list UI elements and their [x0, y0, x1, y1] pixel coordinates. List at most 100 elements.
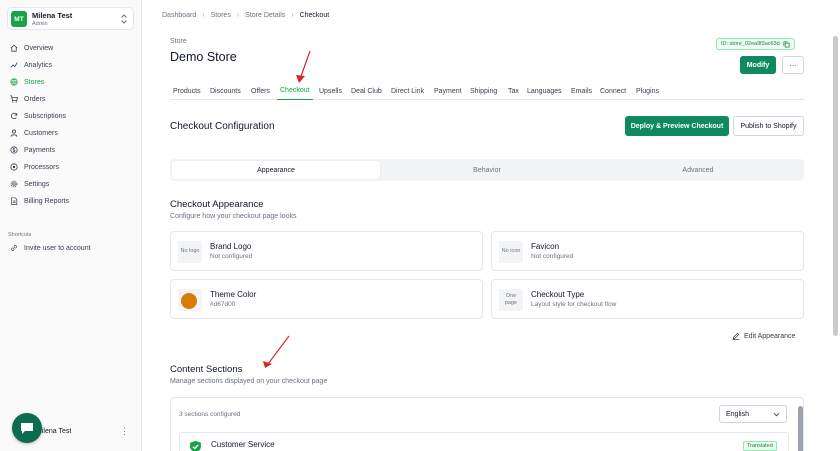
- gear-icon: [10, 180, 18, 188]
- chevron-updown-icon: [121, 14, 127, 24]
- breadcrumb-dashboard[interactable]: Dashboard: [162, 12, 196, 19]
- breadcrumb-separator: ›: [291, 12, 294, 19]
- section-title: Checkout Configuration: [170, 121, 275, 132]
- appearance-description: Configure how your checkout page looks: [170, 213, 297, 220]
- dollar-icon: [10, 146, 18, 154]
- content-sections-heading: Content Sections: [170, 364, 243, 375]
- sidebar-item-label: Billing Reports: [24, 197, 70, 205]
- sidebar-item-orders[interactable]: Orders: [10, 92, 45, 106]
- sidebar-item-analytics[interactable]: Analytics: [10, 58, 52, 72]
- checkout-type-preview: One page: [499, 289, 523, 311]
- card-subtitle: Layout style for checkout flow: [531, 301, 617, 308]
- chat-widget-button[interactable]: [12, 413, 42, 443]
- favicon-card[interactable]: No icon Favicon Not configured: [491, 231, 804, 271]
- breadcrumb-separator: ›: [202, 12, 205, 19]
- language-value: English: [726, 410, 749, 418]
- content-sections-panel: 3 sections configured English Customer S…: [170, 397, 804, 451]
- appearance-heading: Checkout Appearance: [170, 199, 264, 210]
- sidebar-item-label: Customers: [24, 129, 58, 137]
- tab-languages[interactable]: Languages: [527, 82, 562, 100]
- card-subtitle: Not configured: [210, 253, 253, 260]
- breadcrumb-store-details[interactable]: Store Details: [245, 12, 285, 19]
- breadcrumb-checkout: Checkout: [299, 12, 330, 19]
- user-menu-icon[interactable]: ⋮: [120, 426, 129, 437]
- globe-icon: [10, 78, 18, 86]
- sections-count: 3 sections configured: [179, 411, 241, 418]
- sidebar-item-settings[interactable]: Settings: [10, 177, 49, 191]
- tab-offers[interactable]: Offers: [251, 82, 270, 100]
- sidebar-item-label: Orders: [24, 95, 46, 103]
- page-scrollbar[interactable]: [833, 36, 838, 336]
- tab-emails[interactable]: Emails: [571, 82, 592, 100]
- deploy-preview-button[interactable]: Deploy & Preview Checkout: [625, 116, 729, 136]
- shortcuts-heading: Shortcuts: [8, 232, 32, 238]
- sidebar-item-billing-reports[interactable]: Billing Reports: [10, 194, 69, 208]
- tab-payment[interactable]: Payment: [434, 82, 462, 100]
- content-sections-description: Manage sections displayed on your checko…: [170, 378, 328, 385]
- tab-plugins[interactable]: Plugins: [636, 82, 659, 100]
- theme-color-card[interactable]: Theme Color #d67d00: [170, 279, 483, 319]
- favicon-placeholder: No icon: [499, 241, 523, 263]
- tab-advanced[interactable]: Advanced: [594, 161, 802, 179]
- sidebar-item-processors[interactable]: Processors: [10, 160, 59, 174]
- modify-button[interactable]: Modify: [740, 56, 776, 74]
- sidebar-item-subscriptions[interactable]: Subscriptions: [10, 109, 66, 123]
- edit-appearance-label: Edit Appearance: [744, 332, 796, 340]
- logo-placeholder: No logo: [178, 241, 202, 263]
- tab-connect[interactable]: Connect: [600, 82, 626, 100]
- account-switcher[interactable]: MT Milena Test Admin: [7, 7, 134, 30]
- copy-icon: [783, 41, 790, 47]
- sidebar-item-label: Processors: [24, 163, 60, 171]
- card-subtitle: #d67d00: [210, 301, 236, 308]
- publish-shopify-button[interactable]: Publish to Shopify: [733, 116, 804, 136]
- sidebar-item-label: Settings: [24, 180, 50, 188]
- processor-icon: [10, 163, 18, 171]
- sidebar-item-label: Overview: [24, 44, 54, 52]
- language-select[interactable]: English: [719, 405, 787, 423]
- tab-appearance[interactable]: Appearance: [172, 161, 380, 179]
- store-id-badge[interactable]: ID: store_02ea9f3ac63d: [716, 38, 795, 50]
- store-tabs: Products Discounts Offers Checkout Upsel…: [170, 82, 804, 100]
- breadcrumb-stores[interactable]: Stores: [211, 12, 231, 19]
- theme-color-swatch: [181, 293, 197, 309]
- refresh-icon: [10, 112, 18, 120]
- sidebar-item-stores[interactable]: Stores: [10, 75, 44, 89]
- section-row-customer-service[interactable]: Customer Service Translated: [179, 432, 789, 451]
- tab-checkout[interactable]: Checkout: [277, 82, 313, 100]
- brand-logo-card[interactable]: No logo Brand Logo Not configured: [170, 231, 483, 271]
- card-subtitle: Not configured: [531, 253, 574, 260]
- edit-appearance-button[interactable]: Edit Appearance: [732, 332, 795, 340]
- pencil-icon: [732, 332, 740, 340]
- sidebar-item-overview[interactable]: Overview: [10, 41, 53, 55]
- tab-shipping[interactable]: Shipping: [470, 82, 497, 100]
- document-icon: [11, 197, 18, 205]
- link-icon: [11, 245, 17, 251]
- tab-products[interactable]: Products: [173, 82, 201, 100]
- chart-icon: [10, 62, 18, 68]
- sidebar-item-payments[interactable]: Payments: [10, 143, 55, 157]
- store-id-text: ID: store_02ea9f3ac63d: [721, 41, 780, 47]
- panel-scrollbar[interactable]: [798, 406, 803, 451]
- account-avatar: MT: [11, 11, 27, 27]
- more-options-button[interactable]: ···: [782, 56, 804, 74]
- tab-direct-link[interactable]: Direct Link: [391, 82, 424, 100]
- cart-icon: [10, 95, 18, 103]
- tab-behavior[interactable]: Behavior: [383, 161, 591, 179]
- home-icon: [10, 44, 18, 52]
- checkout-type-card[interactable]: One page Checkout Type Layout style for …: [491, 279, 804, 319]
- sidebar-item-customers[interactable]: Customers: [10, 126, 58, 140]
- invite-user-link[interactable]: Invite user to account: [10, 241, 91, 255]
- card-title: Favicon: [531, 242, 560, 251]
- chat-icon: [21, 422, 33, 434]
- tab-upsells[interactable]: Upsells: [319, 82, 342, 100]
- tab-deal-club[interactable]: Deal Club: [351, 82, 382, 100]
- section-name: Customer Service: [211, 440, 275, 449]
- tab-discounts[interactable]: Discounts: [210, 82, 241, 100]
- breadcrumb: Dashboard › Stores › Store Details › Che…: [162, 12, 329, 19]
- invite-label: Invite user to account: [24, 244, 91, 252]
- annotation-arrow: [296, 50, 311, 83]
- shield-check-icon: [190, 440, 201, 451]
- sidebar: MT Milena Test Admin Overview Analytics …: [0, 0, 142, 451]
- sidebar-item-label: Stores: [24, 78, 45, 86]
- tab-tax[interactable]: Tax: [508, 82, 519, 100]
